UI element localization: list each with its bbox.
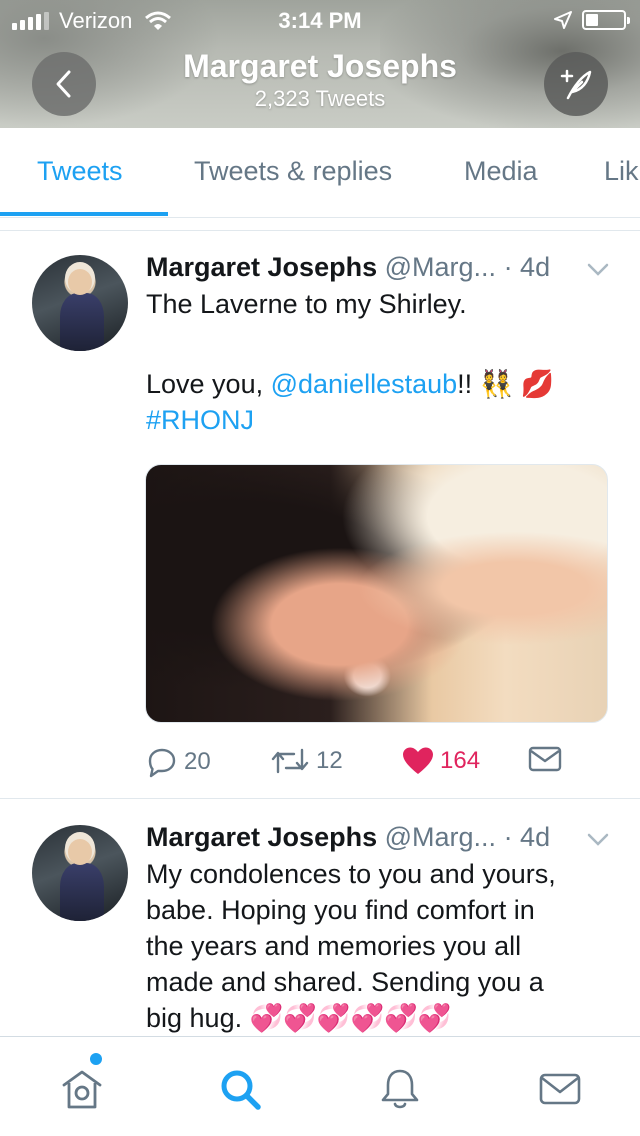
divider bbox=[0, 230, 640, 231]
retweet-button[interactable]: 12 bbox=[270, 746, 343, 776]
avatar[interactable] bbox=[32, 255, 128, 351]
retweet-icon bbox=[271, 748, 309, 774]
direct-message-button[interactable] bbox=[528, 746, 562, 772]
like-button[interactable]: 164 bbox=[402, 746, 480, 776]
home-icon bbox=[62, 1070, 102, 1109]
tweet-text: My condolences to you and yours, babe. H… bbox=[146, 856, 616, 1036]
envelope-icon bbox=[528, 746, 562, 772]
tweet-line: the years and memories you all bbox=[146, 931, 522, 961]
notifications-tab[interactable] bbox=[372, 1061, 428, 1117]
search-icon bbox=[221, 1070, 261, 1110]
envelope-icon bbox=[539, 1073, 581, 1105]
tweet-line: My condolences to you and yours, bbox=[146, 859, 556, 889]
compose-feather-icon bbox=[560, 69, 592, 100]
reply-count: 20 bbox=[184, 748, 211, 775]
tweet-header: Margaret Josephs @Marg... · 4d bbox=[146, 822, 550, 853]
tweet-author-handle: @Marg... bbox=[384, 252, 497, 282]
new-content-indicator bbox=[90, 1053, 102, 1065]
hashtag-link[interactable]: #RHONJ bbox=[146, 405, 254, 435]
active-tab-indicator bbox=[0, 212, 168, 216]
like-count: 164 bbox=[440, 747, 481, 774]
search-tab[interactable] bbox=[212, 1061, 268, 1117]
status-time: 3:14 PM bbox=[278, 8, 362, 33]
tab-tweets-replies[interactable]: Tweets & replies bbox=[194, 156, 392, 187]
bottom-tab-bar bbox=[0, 1036, 640, 1136]
status-bar: Verizon 3:14 PM bbox=[0, 6, 640, 36]
tweet-actions: 20 12 164 bbox=[146, 746, 616, 782]
divider bbox=[0, 798, 640, 799]
profile-tabs: Tweets Tweets & replies Media Lik bbox=[0, 128, 640, 218]
reply-button[interactable]: 20 bbox=[146, 746, 211, 778]
tweet-author-name[interactable]: Margaret Josephs bbox=[146, 252, 377, 282]
heart-icon bbox=[403, 747, 433, 774]
profile-header: Verizon 3:14 PM Margaret Josephs 2,323 T… bbox=[0, 0, 640, 128]
tab-likes[interactable]: Lik bbox=[604, 156, 639, 187]
tab-tweets[interactable]: Tweets bbox=[37, 156, 123, 187]
tweet-text-suffix: !! 👯 💋 bbox=[457, 369, 555, 399]
retweet-count: 12 bbox=[316, 747, 343, 774]
tweet-text: The Laverne to my Shirley. Love you, @da… bbox=[146, 286, 616, 438]
tweet-author-name[interactable]: Margaret Josephs bbox=[146, 822, 377, 852]
battery-icon bbox=[582, 10, 630, 30]
tab-media[interactable]: Media bbox=[464, 156, 538, 187]
chevron-down-icon[interactable] bbox=[586, 832, 610, 848]
tweet-line: big hug. 💞💞💞💞💞💞 bbox=[146, 1003, 452, 1033]
chevron-down-icon[interactable] bbox=[586, 262, 610, 278]
tweet-photo[interactable] bbox=[145, 464, 608, 723]
tweet-line: The Laverne to my Shirley. bbox=[146, 289, 467, 319]
tweet-line: made and shared. Sending you a bbox=[146, 967, 544, 997]
reply-icon bbox=[148, 748, 176, 778]
avatar[interactable] bbox=[32, 825, 128, 921]
home-tab[interactable] bbox=[54, 1061, 110, 1117]
bell-icon bbox=[381, 1069, 419, 1109]
tweet-text-prefix: Love you, bbox=[146, 369, 271, 399]
tweet-time: · 4d bbox=[503, 252, 551, 282]
mention-link[interactable]: @daniellestaub bbox=[271, 369, 458, 399]
compose-tweet-button[interactable] bbox=[544, 52, 608, 116]
tweet-time: · 4d bbox=[503, 822, 551, 852]
status-right bbox=[554, 10, 630, 30]
location-arrow-icon bbox=[554, 11, 572, 29]
tweet-line: babe. Hoping you find comfort in bbox=[146, 895, 535, 925]
messages-tab[interactable] bbox=[532, 1061, 588, 1117]
tweet-line: Love you, @daniellestaub!! 👯 💋 bbox=[146, 366, 616, 402]
tweet-author-handle: @Marg... bbox=[384, 822, 497, 852]
tweet-header: Margaret Josephs @Marg... · 4d bbox=[146, 252, 550, 283]
